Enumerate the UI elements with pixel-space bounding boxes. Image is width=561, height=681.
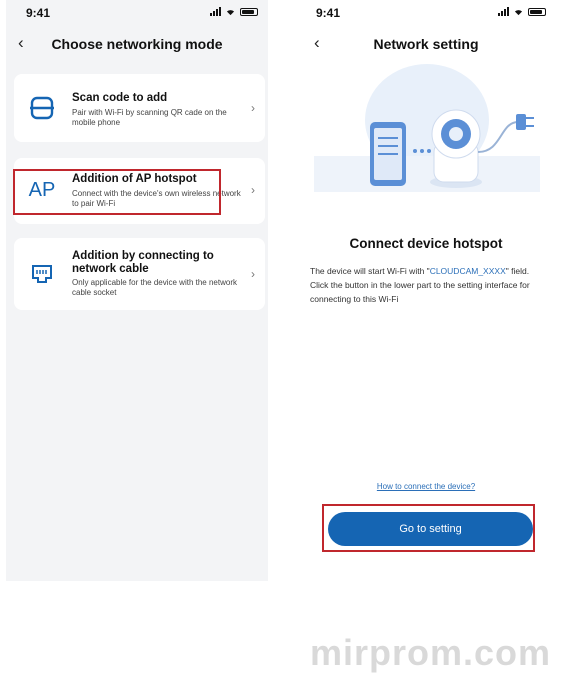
watermark: mirprom.com [309, 632, 551, 673]
hotspot-illustration [314, 64, 540, 192]
status-icons [498, 7, 546, 16]
page-title: Network setting [373, 36, 479, 52]
help-link[interactable]: How to connect the device? [296, 482, 556, 491]
status-bar: 9:41 [6, 0, 268, 26]
nav-bar: ‹ Choose networking mode [6, 26, 268, 60]
battery-icon [528, 7, 546, 16]
scan-code-icon [26, 92, 58, 124]
signal-icon [498, 7, 509, 16]
battery-icon [240, 7, 258, 16]
option-desc: Pair with Wi-Fi by scanning QR cade on t… [72, 108, 227, 127]
hotspot-description: The device will start Wi-Fi with "CLOUDC… [310, 266, 530, 304]
wifi-icon [514, 10, 523, 16]
option-network-cable[interactable]: Addition by connecting to network cable … [14, 238, 265, 310]
ap-icon: AP [28, 178, 56, 201]
status-time: 9:41 [26, 6, 51, 20]
chevron-right-icon: › [251, 267, 255, 281]
option-desc: Connect with the device's own wireless n… [72, 189, 241, 208]
option-title: Addition of AP hotspot [72, 173, 197, 185]
network-setting-screen: 9:41 ‹ Network setting Connect device ho… [296, 0, 556, 581]
status-time: 9:41 [316, 6, 341, 20]
phone-icon [370, 122, 406, 186]
ethernet-port-icon [26, 258, 58, 290]
option-ap-hotspot[interactable]: AP Addition of AP hotspot Connect with t… [14, 158, 265, 224]
option-desc: Only applicable for the device with the … [72, 278, 237, 297]
chevron-right-icon: › [251, 183, 255, 197]
option-title: Scan code to add [72, 92, 168, 104]
chevron-right-icon: › [251, 101, 255, 115]
option-scan-code[interactable]: Scan code to add Pair with Wi-Fi by scan… [14, 74, 265, 142]
page-title: Choose networking mode [51, 36, 223, 52]
wifi-icon [226, 10, 235, 16]
camera-icon [430, 109, 482, 188]
signal-icon [210, 7, 221, 16]
hotspot-heading: Connect device hotspot [349, 236, 503, 251]
networking-mode-screen: 9:41 ‹ Choose networking mode Scan code … [6, 0, 268, 581]
go-to-setting-button[interactable]: Go to setting [328, 512, 533, 546]
option-title: Addition by connecting to network cable [72, 250, 214, 275]
ssid-text: CLOUDCAM_XXXX [429, 266, 506, 276]
nav-bar: ‹ Network setting [296, 26, 556, 60]
status-bar: 9:41 [296, 0, 556, 26]
status-icons [210, 7, 258, 16]
